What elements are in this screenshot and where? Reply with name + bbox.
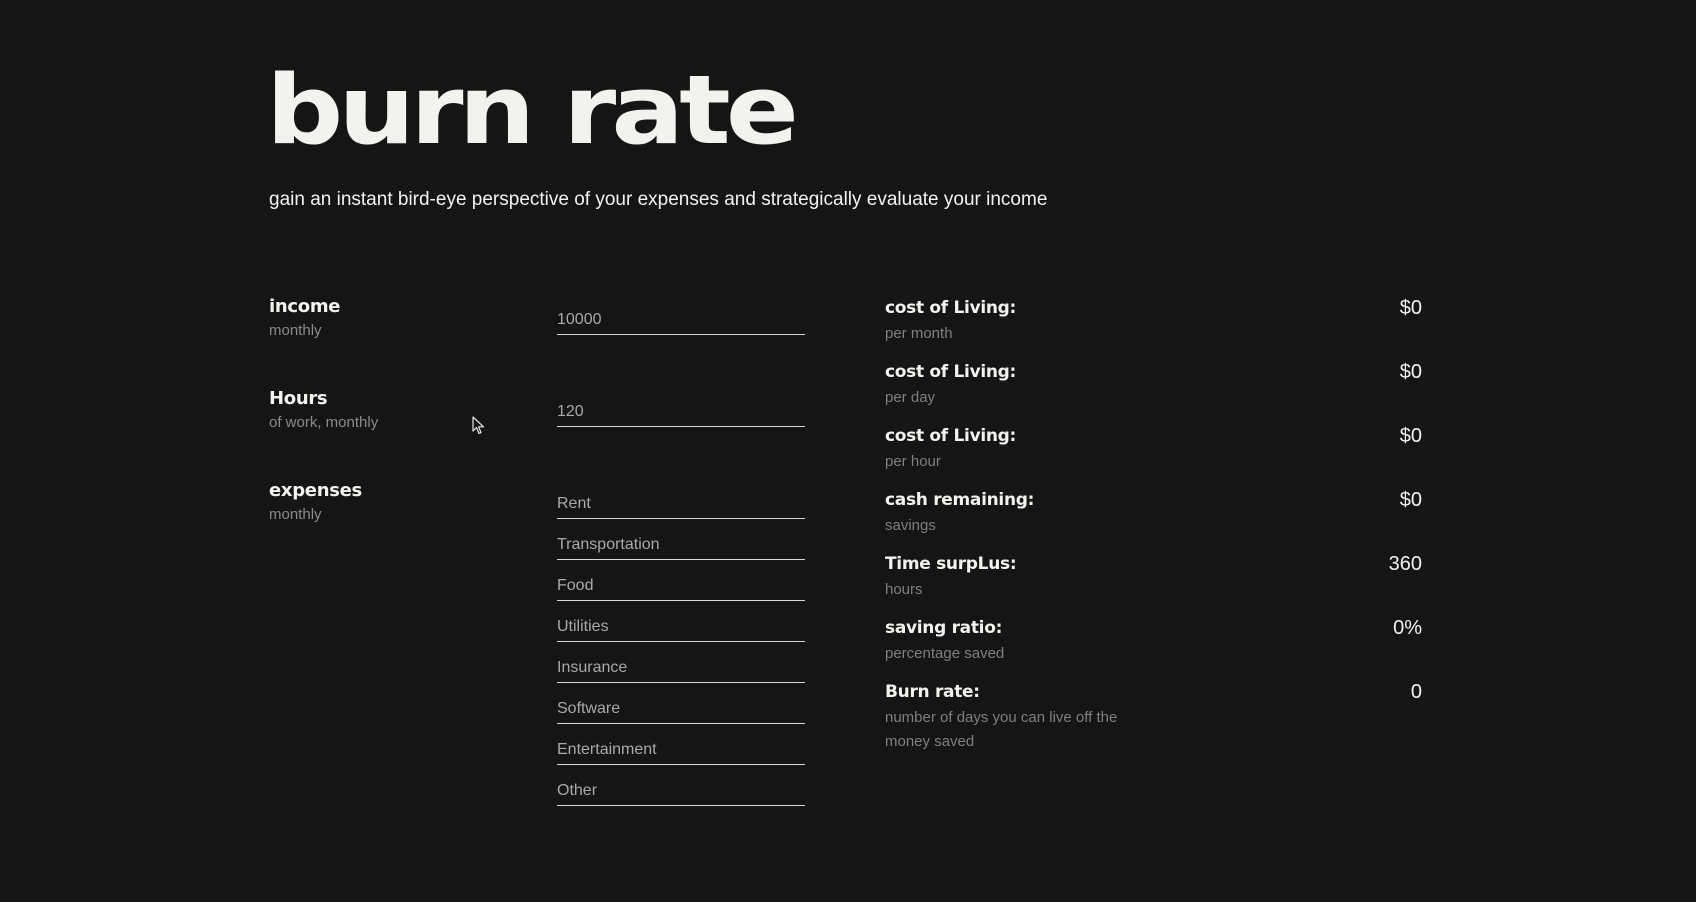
result-value: 0% [1393, 617, 1422, 639]
hours-field[interactable] [557, 397, 805, 427]
expenses-sublabel: monthly [269, 506, 322, 523]
result-value: 360 [1388, 553, 1422, 575]
income-sublabel: monthly [269, 322, 322, 339]
result-value: $0 [1399, 489, 1422, 511]
result-cash-remaining: cash remaining: savings $0 [885, 489, 1422, 538]
result-label: Time surpLus: [885, 554, 1017, 574]
expense-field-utilities[interactable] [557, 612, 805, 642]
result-label: cost of Living: [885, 298, 1017, 318]
result-sublabel: savings [885, 517, 936, 534]
result-label: cost of Living: [885, 362, 1017, 382]
expense-input-insurance[interactable] [557, 653, 805, 682]
result-sublabel: hours [885, 581, 923, 598]
expense-field-software[interactable] [557, 694, 805, 724]
expense-field-other[interactable] [557, 776, 805, 806]
income-label: income [269, 296, 341, 317]
result-sublabel: percentage saved [885, 645, 1005, 662]
income-label-group: income monthly [269, 296, 340, 340]
expenses-label-group: expenses monthly [269, 480, 362, 524]
result-sublabel: per hour [885, 453, 941, 470]
result-label: cost of Living: [885, 426, 1017, 446]
result-sublabel: number of days you can live off the mone… [885, 709, 1118, 750]
income-input[interactable] [557, 305, 805, 334]
expense-field-entertainment[interactable] [557, 735, 805, 765]
expenses-label: expenses [269, 480, 362, 501]
result-value: $0 [1399, 425, 1422, 447]
page-subtitle: gain an instant bird-eye perspective of … [269, 189, 1048, 210]
result-value: 0 [1410, 681, 1422, 703]
hours-input[interactable] [557, 397, 805, 426]
result-sublabel: per day [885, 389, 936, 406]
result-value: $0 [1399, 361, 1422, 383]
expense-input-other[interactable] [557, 776, 805, 805]
mouse-pointer-icon [472, 416, 485, 435]
hours-label: Hours [269, 388, 328, 409]
result-value: $0 [1399, 297, 1422, 319]
expense-input-food[interactable] [557, 571, 805, 600]
result-cost-per-hour: cost of Living: per hour $0 [885, 425, 1422, 474]
expense-field-transportation[interactable] [557, 530, 805, 560]
hours-label-group: Hours of work, monthly [269, 388, 378, 432]
page-title: Burn Rate [266, 56, 799, 167]
result-cost-per-day: cost of Living: per day $0 [885, 361, 1422, 410]
burn-rate-page: Burn Rate gain an instant bird-eye persp… [0, 0, 1696, 902]
income-field[interactable] [557, 305, 805, 335]
result-sublabel: per month [885, 325, 953, 342]
expense-field-rent[interactable] [557, 489, 805, 519]
expense-field-food[interactable] [557, 571, 805, 601]
result-burn-rate: Burn rate: number of days you can live o… [885, 681, 1422, 754]
result-saving-ratio: saving ratio: percentage saved 0% [885, 617, 1422, 666]
expense-input-transportation[interactable] [557, 530, 805, 559]
hours-sublabel: of work, monthly [269, 414, 379, 431]
result-label: cash remaining: [885, 490, 1035, 510]
result-label: saving ratio: [885, 618, 1003, 638]
result-cost-per-month: cost of Living: per month $0 [885, 297, 1422, 346]
expense-input-utilities[interactable] [557, 612, 805, 641]
expense-input-rent[interactable] [557, 489, 805, 518]
result-time-surplus: Time surpLus: hours 360 [885, 553, 1422, 602]
expense-input-software[interactable] [557, 694, 805, 723]
result-label: Burn rate: [885, 682, 980, 702]
expense-field-insurance[interactable] [557, 653, 805, 683]
expense-input-entertainment[interactable] [557, 735, 805, 764]
